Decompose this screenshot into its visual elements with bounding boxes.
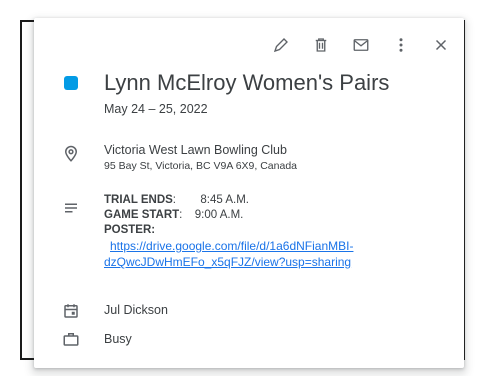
- notes-icon: [62, 199, 80, 217]
- availability-status: Busy: [104, 332, 132, 346]
- calendar-color-swatch: [64, 76, 78, 90]
- trial-label: TRIAL ENDS: [104, 194, 173, 206]
- envelope-icon: [353, 39, 369, 51]
- location-name[interactable]: Victoria West Lawn Bowling Club: [104, 143, 448, 157]
- trash-icon: [315, 38, 327, 52]
- close-button[interactable]: [428, 32, 454, 58]
- poster-label: POSTER:: [104, 224, 156, 236]
- poster-link-line1[interactable]: https://drive.google.com/file/d/1a6dNFia…: [104, 238, 448, 254]
- more-options-button[interactable]: [388, 32, 414, 58]
- more-vert-icon: [399, 38, 403, 52]
- email-guests-button[interactable]: [348, 32, 374, 58]
- calendar-icon: [62, 302, 80, 320]
- close-icon: [435, 39, 447, 51]
- location-address[interactable]: 95 Bay St, Victoria, BC V9A 6X9, Canada: [104, 160, 448, 172]
- poster-link-line2[interactable]: dzQwcJDwHmEFo_x5qFJZ/view?usp=sharing: [104, 254, 448, 270]
- calendar-owner: Jul Dickson: [104, 303, 168, 317]
- event-details-card: Lynn McElroy Women's Pairs May 24 – 25, …: [34, 18, 464, 368]
- game-label: GAME START: [104, 209, 180, 221]
- pencil-icon: [273, 38, 288, 53]
- event-date: May 24 – 25, 2022: [104, 102, 208, 116]
- location-pin-icon: [62, 145, 80, 163]
- event-description: TRIAL ENDS: 8:45 A.M. GAME START: 9:00 A…: [104, 193, 448, 270]
- trial-time: 8:45 A.M.: [200, 194, 249, 206]
- event-toolbar: [268, 32, 454, 58]
- edit-button[interactable]: [268, 32, 294, 58]
- delete-button[interactable]: [308, 32, 334, 58]
- game-line: GAME START: 9:00 A.M.: [104, 209, 244, 221]
- event-title: Lynn McElroy Women's Pairs: [104, 70, 390, 95]
- briefcase-icon: [62, 330, 80, 348]
- trial-line: TRIAL ENDS: 8:45 A.M.: [104, 194, 249, 206]
- game-time: 9:00 A.M.: [194, 209, 244, 221]
